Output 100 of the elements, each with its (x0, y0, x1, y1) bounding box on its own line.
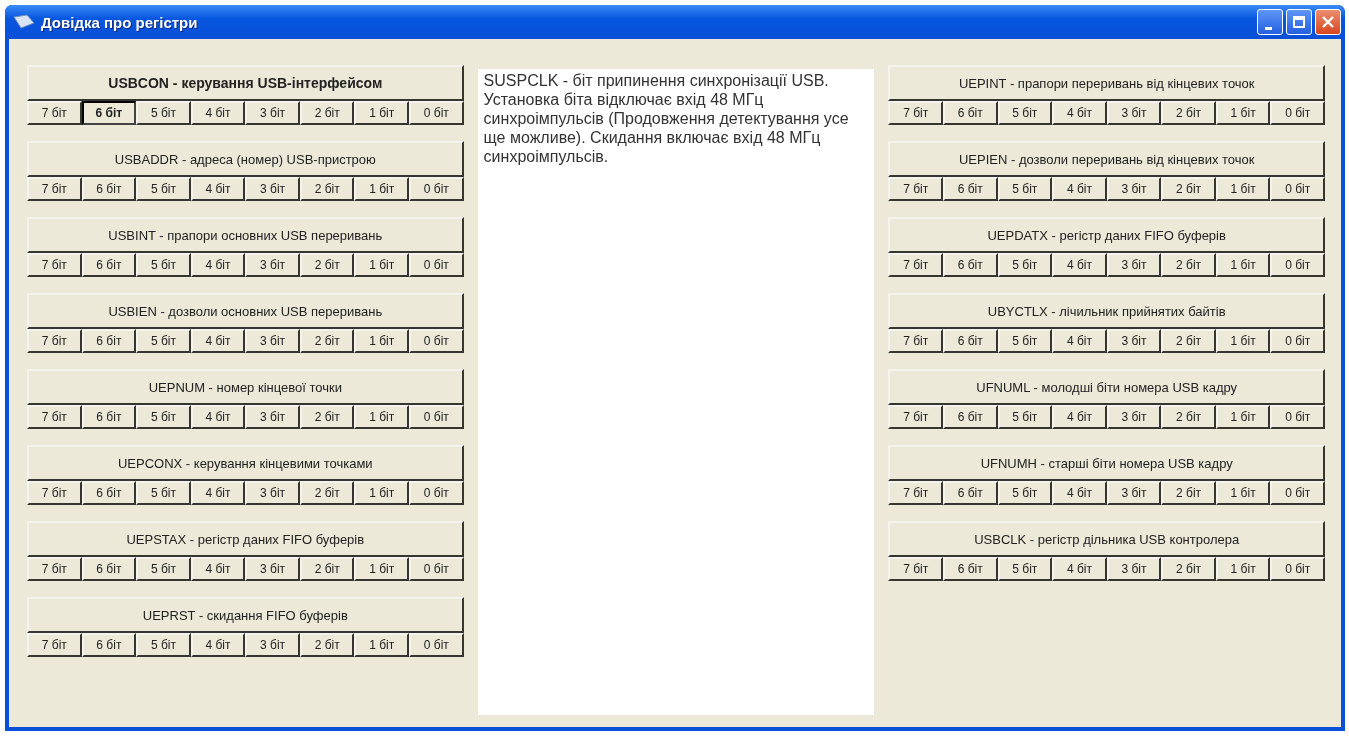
bit-button[interactable]: 3 біт (245, 177, 300, 201)
bit-button[interactable]: 7 біт (27, 177, 82, 201)
maximize-button[interactable] (1286, 9, 1312, 35)
bit-button[interactable]: 1 біт (354, 329, 410, 353)
bit-button[interactable]: 4 біт (190, 329, 246, 353)
bit-button[interactable]: 0 біт (1270, 101, 1325, 125)
register-button[interactable]: USBCLK - регістр дільника USB контролера (888, 521, 1325, 557)
register-button[interactable]: UEPNUM - номер кінцевої точки (27, 369, 464, 405)
bit-button[interactable]: 7 біт (888, 177, 943, 201)
bit-button[interactable]: 5 біт (997, 329, 1053, 353)
bit-button[interactable]: 2 біт (299, 557, 355, 581)
bit-button[interactable]: 5 біт (136, 253, 191, 277)
bit-button[interactable]: 1 біт (354, 101, 410, 125)
bit-button[interactable]: 4 біт (1052, 481, 1107, 505)
register-button[interactable]: USBADDR - адреса (номер) USB-пристрою (27, 141, 464, 177)
bit-button[interactable]: 5 біт (136, 177, 191, 201)
bit-button[interactable]: 6 біт (942, 101, 998, 125)
register-button[interactable]: UFNUML - молодші біти номера USB кадру (888, 369, 1325, 405)
bit-button[interactable]: 3 біт (245, 557, 300, 581)
bit-button[interactable]: 1 біт (1215, 101, 1271, 125)
register-button[interactable]: UEPDATX - регістр даних FIFO буферів (888, 217, 1325, 253)
bit-button[interactable]: 6 біт (942, 405, 998, 429)
bit-button[interactable]: 2 біт (299, 633, 355, 657)
bit-button[interactable]: 5 біт (136, 481, 191, 505)
bit-button[interactable]: 1 біт (354, 177, 410, 201)
bit-button[interactable]: 5 біт (136, 557, 191, 581)
bit-button[interactable]: 6 біт (942, 481, 998, 505)
bit-button[interactable]: 5 біт (136, 633, 191, 657)
bit-button[interactable]: 4 біт (1052, 405, 1107, 429)
bit-button[interactable]: 5 біт (997, 101, 1053, 125)
bit-button[interactable]: 1 біт (354, 253, 410, 277)
bit-button[interactable]: 4 біт (1052, 557, 1107, 581)
register-button[interactable]: UEPIEN - дозволи переривань від кінцевих точок (888, 141, 1325, 177)
bit-button[interactable]: 2 біт (299, 177, 355, 201)
register-button[interactable]: USBINT - прапори основних USB переривань (27, 217, 464, 253)
bit-button[interactable]: 3 біт (245, 329, 300, 353)
bit-button[interactable]: 3 біт (245, 101, 300, 125)
bit-button[interactable]: 4 біт (190, 253, 246, 277)
bit-button[interactable]: 7 біт (888, 405, 943, 429)
bit-button[interactable]: 1 біт (354, 405, 410, 429)
bit-button[interactable]: 7 біт (888, 253, 943, 277)
bit-button[interactable]: 4 біт (1052, 329, 1107, 353)
close-button[interactable] (1315, 9, 1341, 35)
bit-button[interactable]: 4 біт (1052, 101, 1107, 125)
bit-button[interactable]: 3 біт (245, 481, 300, 505)
bit-button[interactable]: 0 біт (409, 101, 464, 125)
bit-button[interactable]: 6 біт (81, 177, 137, 201)
bit-button[interactable]: 7 біт (888, 101, 943, 125)
bit-button[interactable]: 5 біт (997, 481, 1053, 505)
register-button[interactable]: UEPRST - скидання FIFO буферів (27, 597, 464, 633)
bit-button[interactable]: 5 біт (136, 405, 191, 429)
bit-button[interactable]: 6 біт (942, 329, 998, 353)
bit-button[interactable]: 3 біт (1106, 557, 1162, 581)
bit-button[interactable]: 0 біт (409, 253, 464, 277)
bit-button[interactable]: 0 біт (1270, 405, 1325, 429)
bit-button[interactable]: 1 біт (1215, 557, 1271, 581)
bit-button[interactable]: 1 біт (354, 481, 410, 505)
bit-button[interactable]: 3 біт (1106, 101, 1162, 125)
bit-button[interactable]: 3 біт (1106, 405, 1162, 429)
bit-button[interactable]: 3 біт (1106, 481, 1162, 505)
bit-button[interactable]: 7 біт (27, 329, 82, 353)
bit-button[interactable]: 2 біт (299, 481, 355, 505)
register-button[interactable]: UEPSTAX - регістр даних FIFO буферів (27, 521, 464, 557)
bit-button[interactable]: 2 біт (299, 405, 355, 429)
bit-button[interactable]: 5 біт (136, 101, 191, 125)
bit-button[interactable]: 1 біт (1215, 177, 1271, 201)
bit-button[interactable]: 2 біт (1161, 557, 1216, 581)
bit-button[interactable]: 2 біт (299, 253, 355, 277)
bit-button[interactable]: 0 біт (409, 557, 464, 581)
bit-button[interactable]: 6 біт (81, 253, 137, 277)
bit-button[interactable]: 6 біт (81, 481, 137, 505)
register-button[interactable]: USBIEN - дозволи основних USB переривань (27, 293, 464, 329)
bit-button[interactable]: 7 біт (888, 481, 943, 505)
bit-button[interactable]: 4 біт (190, 177, 246, 201)
bit-button[interactable]: 3 біт (245, 405, 300, 429)
bit-button[interactable]: 2 біт (1161, 177, 1216, 201)
bit-button[interactable]: 0 біт (409, 633, 464, 657)
bit-button[interactable]: 7 біт (27, 101, 82, 125)
bit-button[interactable]: 2 біт (1161, 329, 1216, 353)
bit-button[interactable]: 6 біт (81, 329, 137, 353)
bit-button[interactable]: 2 біт (1161, 253, 1216, 277)
bit-button[interactable]: 4 біт (190, 557, 246, 581)
bit-button[interactable]: 4 біт (1052, 177, 1107, 201)
bit-button[interactable]: 2 біт (1161, 405, 1216, 429)
bit-button[interactable]: 7 біт (27, 633, 82, 657)
bit-button[interactable]: 2 біт (299, 101, 355, 125)
bit-button[interactable]: 6 біт (942, 557, 998, 581)
register-button[interactable]: UFNUMH - старші біти номера USB кадру (888, 445, 1325, 481)
register-button[interactable]: UEPINT - прапори переривань від кінцевих точок (888, 65, 1325, 101)
bit-button[interactable]: 0 біт (409, 405, 464, 429)
bit-button[interactable]: 0 біт (1270, 557, 1325, 581)
bit-button[interactable]: 0 біт (1270, 481, 1325, 505)
bit-button[interactable]: 0 біт (409, 481, 464, 505)
bit-button[interactable]: 5 біт (136, 329, 191, 353)
bit-button[interactable]: 2 біт (1161, 481, 1216, 505)
bit-button[interactable]: 1 біт (354, 633, 410, 657)
bit-button[interactable]: 4 біт (190, 481, 246, 505)
bit-button[interactable]: 0 біт (1270, 329, 1325, 353)
bit-button[interactable]: 3 біт (1106, 329, 1162, 353)
bit-button[interactable]: 0 біт (409, 177, 464, 201)
